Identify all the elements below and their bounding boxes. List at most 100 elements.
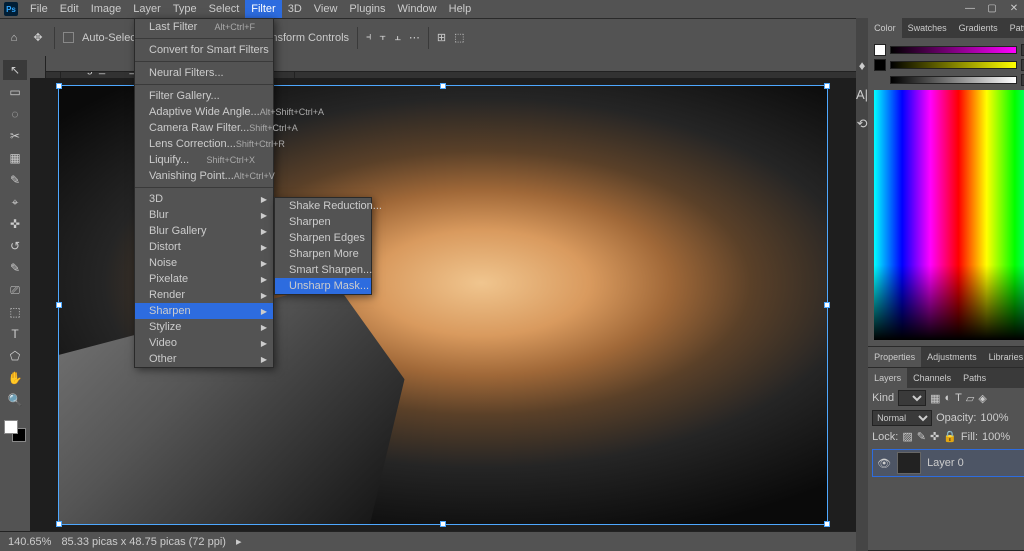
color-swatches[interactable] — [4, 420, 26, 442]
fg-swatch[interactable] — [874, 44, 886, 56]
transform-handle-bl[interactable] — [56, 521, 62, 527]
align-center-icon[interactable]: ⫟ — [380, 31, 387, 44]
tab-libraries[interactable]: Libraries — [983, 347, 1024, 367]
brush-tool[interactable]: ✜ — [3, 214, 27, 234]
tab-swatches[interactable]: Swatches — [902, 18, 953, 38]
filter-smart-icon[interactable]: ◈ — [978, 392, 986, 405]
transform-handle-bm[interactable] — [440, 521, 446, 527]
menu-help[interactable]: Help — [443, 0, 478, 18]
menu-item-shake-reduction[interactable]: Shake Reduction... — [275, 198, 371, 214]
kind-filter-dropdown[interactable] — [898, 390, 926, 406]
transform-handle-br[interactable] — [824, 521, 830, 527]
tab-layers[interactable]: Layers — [868, 368, 907, 388]
color-slider[interactable] — [890, 76, 1017, 84]
spot-heal-tool[interactable]: ⌖ — [3, 192, 27, 212]
transform-handle-mr[interactable] — [824, 302, 830, 308]
lock-position-icon[interactable]: ✜ — [930, 430, 939, 443]
foreground-color[interactable] — [4, 420, 18, 434]
menu-item-render[interactable]: Render▶ — [135, 287, 273, 303]
fill-value[interactable]: 100% — [982, 431, 1010, 443]
menu-item-filter-gallery[interactable]: Filter Gallery... — [135, 88, 273, 104]
menu-item-noise[interactable]: Noise▶ — [135, 255, 273, 271]
eyedropper-tool[interactable]: ✎ — [3, 170, 27, 190]
menu-3d[interactable]: 3D — [282, 0, 308, 18]
menu-item-unsharp-mask[interactable]: Unsharp Mask... — [275, 278, 371, 294]
transform-handle-tl[interactable] — [56, 83, 62, 89]
history-icon[interactable]: ⟲ — [857, 116, 868, 132]
layer-thumbnail[interactable] — [897, 452, 921, 474]
menu-item-pixelate[interactable]: Pixelate▶ — [135, 271, 273, 287]
frame-tool[interactable]: ▦ — [3, 148, 27, 168]
tab-gradients[interactable]: Gradients — [953, 18, 1004, 38]
glyphs-icon[interactable]: A| — [856, 87, 868, 102]
lasso-tool[interactable]: ◌ — [3, 104, 27, 124]
more-icon[interactable]: ⋯ — [409, 31, 420, 44]
tab-patterns[interactable]: Patterns — [1004, 18, 1024, 38]
tab-properties[interactable]: Properties — [868, 347, 921, 367]
color-slider[interactable] — [890, 61, 1017, 69]
align-left-icon[interactable]: ⫞ — [366, 31, 372, 44]
layer-visibility-icon[interactable]: 👁 — [877, 457, 891, 470]
menu-select[interactable]: Select — [203, 0, 246, 18]
3d-mode-icon[interactable]: ⬚ — [454, 31, 464, 44]
menu-item-adaptive-wide[interactable]: Adaptive Wide Angle...Alt+Shift+Ctrl+A — [135, 104, 273, 120]
tab-paths[interactable]: Paths — [957, 368, 992, 388]
menu-view[interactable]: View — [308, 0, 344, 18]
menu-item-sharpen[interactable]: Sharpen — [275, 214, 371, 230]
filter-adjust-icon[interactable]: ◐ — [945, 392, 952, 404]
layer-row[interactable]: 👁 Layer 0 — [872, 449, 1024, 477]
menu-item-blur-gallery[interactable]: Blur Gallery▶ — [135, 223, 273, 239]
learn-icon[interactable]: ♦ — [859, 58, 866, 73]
crop-tool[interactable]: ✂ — [3, 126, 27, 146]
menu-item-sharpen[interactable]: Sharpen▶ — [135, 303, 273, 319]
lock-pixels-icon[interactable]: ✎ — [917, 430, 926, 443]
filter-shape-icon[interactable]: ▱ — [966, 392, 974, 405]
document-info[interactable]: 85.33 picas x 48.75 picas (72 ppi) — [61, 536, 226, 548]
bg-swatch[interactable] — [874, 59, 886, 71]
tab-color[interactable]: Color — [868, 18, 902, 38]
filter-type-icon[interactable]: T — [955, 392, 962, 404]
transform-handle-ml[interactable] — [56, 302, 62, 308]
menu-item-blur[interactable]: Blur▶ — [135, 207, 273, 223]
color-spectrum[interactable] — [874, 90, 1024, 340]
menu-item-camera-raw[interactable]: Camera Raw Filter...Shift+Ctrl+A — [135, 120, 273, 136]
menu-item-video[interactable]: Video▶ — [135, 335, 273, 351]
menu-item-sharpen-edges[interactable]: Sharpen Edges — [275, 230, 371, 246]
transform-handle-tm[interactable] — [440, 83, 446, 89]
menu-item-stylize[interactable]: Stylize▶ — [135, 319, 273, 335]
marquee-tool[interactable]: ▭ — [3, 82, 27, 102]
gradient-tool[interactable]: ⎚ — [3, 280, 27, 300]
hand-tool[interactable]: ✋ — [3, 368, 27, 388]
menu-layer[interactable]: Layer — [127, 0, 167, 18]
menu-image[interactable]: Image — [85, 0, 128, 18]
menu-plugins[interactable]: Plugins — [343, 0, 391, 18]
shape-tool[interactable]: ⬠ — [3, 346, 27, 366]
minimize-button[interactable]: — — [964, 2, 976, 14]
lock-all-icon[interactable]: 🔒 — [943, 430, 957, 443]
blend-mode-dropdown[interactable]: Normal — [872, 410, 932, 426]
opacity-value[interactable]: 100% — [980, 412, 1008, 424]
menu-window[interactable]: Window — [392, 0, 443, 18]
zoom-level[interactable]: 140.65% — [8, 536, 51, 548]
distribute-icon[interactable]: ⊞ — [437, 31, 446, 44]
chevron-right-icon[interactable]: ▸ — [236, 535, 242, 548]
menu-item-liquify[interactable]: Liquify...Shift+Ctrl+X — [135, 152, 273, 168]
eraser-tool[interactable]: ✎ — [3, 258, 27, 278]
layer-name[interactable]: Layer 0 — [927, 457, 964, 469]
menu-file[interactable]: File — [24, 0, 54, 18]
menu-item-smart-sharpen[interactable]: Smart Sharpen... — [275, 262, 371, 278]
menu-item-distort[interactable]: Distort▶ — [135, 239, 273, 255]
auto-select-checkbox[interactable] — [63, 32, 74, 43]
color-slider[interactable] — [890, 46, 1017, 54]
filter-pixel-icon[interactable]: ▦ — [930, 392, 940, 405]
menu-edit[interactable]: Edit — [54, 0, 85, 18]
home-icon[interactable]: ⌂ — [6, 30, 22, 46]
clone-tool[interactable]: ↺ — [3, 236, 27, 256]
menu-item-sharpen-more[interactable]: Sharpen More — [275, 246, 371, 262]
tab-adjustments[interactable]: Adjustments — [921, 347, 983, 367]
menu-item-3d[interactable]: 3D▶ — [135, 191, 273, 207]
menu-item-other[interactable]: Other▶ — [135, 351, 273, 367]
transform-handle-tr[interactable] — [824, 83, 830, 89]
menu-type[interactable]: Type — [167, 0, 203, 18]
menu-item-lens-correction[interactable]: Lens Correction...Shift+Ctrl+R — [135, 136, 273, 152]
